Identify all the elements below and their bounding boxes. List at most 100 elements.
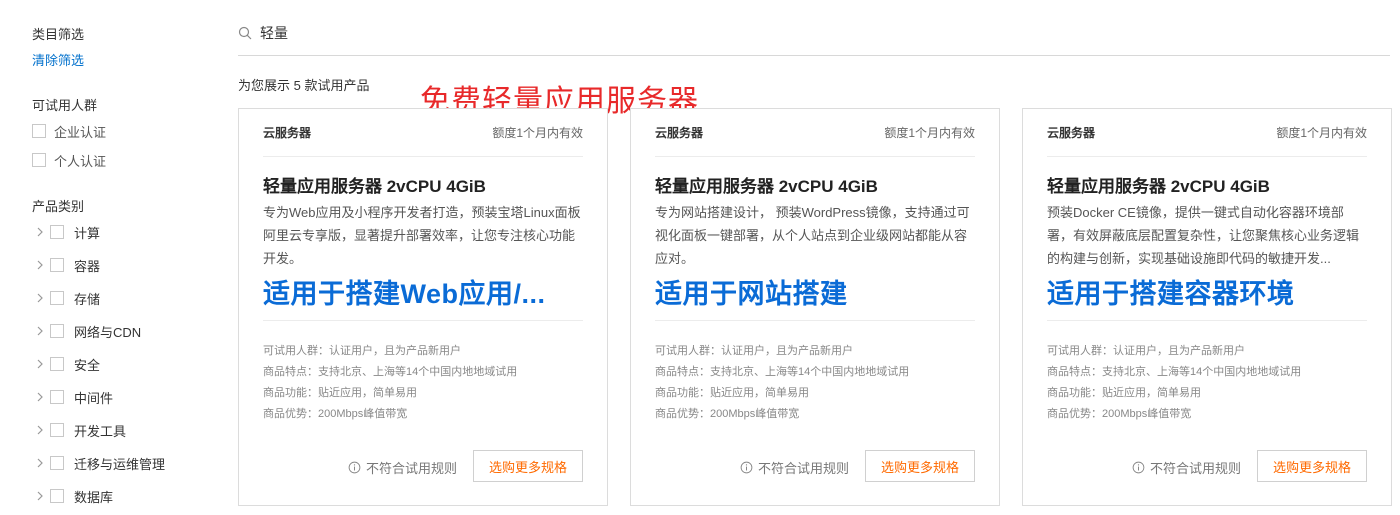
category-item-storage[interactable]: 存储: [32, 288, 100, 308]
category-label: 容器: [74, 258, 101, 274]
checkbox-box[interactable]: [50, 225, 64, 239]
chevron-right-icon[interactable]: [32, 389, 48, 405]
card-category: 云服务器: [1047, 126, 1096, 140]
attr-audience: 可试用人群：认证用户，且为产品新用户: [1047, 345, 1245, 357]
chevron-right-icon[interactable]: [32, 224, 48, 240]
info-icon: [1132, 461, 1145, 474]
attr-advantage: 商品优势：200Mbps峰值带宽: [1047, 408, 1192, 420]
category-item-security[interactable]: 安全: [32, 354, 100, 374]
card-category: 云服务器: [655, 126, 704, 140]
chevron-right-icon[interactable]: [32, 323, 48, 339]
card-header: 云服务器 额度1个月内有效: [263, 109, 583, 157]
buy-more-specs-button[interactable]: 选购更多规格: [473, 450, 583, 482]
category-filter-title: 类目筛选: [32, 27, 85, 42]
chevron-right-icon[interactable]: [32, 488, 48, 504]
category-label: 开发工具: [74, 423, 127, 439]
attr-audience: 可试用人群：认证用户，且为产品新用户: [655, 345, 853, 357]
category-label: 迁移与运维管理: [74, 456, 166, 472]
trial-rule-label: 不符合试用规则: [757, 461, 849, 476]
category-item-dev-tools[interactable]: 开发工具: [32, 420, 126, 440]
product-card[interactable]: 云服务器 额度1个月内有效 轻量应用服务器 2vCPU 4GiB 专为网站搭建设…: [630, 108, 1000, 506]
category-item-migration-ops[interactable]: 迁移与运维管理: [32, 453, 165, 473]
card-attributes: 可试用人群：认证用户，且为产品新用户 商品特点：支持北京、上海等14个中国内地地…: [655, 341, 909, 425]
chevron-right-icon[interactable]: [32, 290, 48, 306]
checkbox-box[interactable]: [50, 390, 64, 404]
attr-function: 商品功能：贴近应用，简单易用: [1047, 387, 1201, 399]
attr-function: 商品功能：贴近应用，简单易用: [655, 387, 809, 399]
chevron-right-icon[interactable]: [32, 356, 48, 372]
card-title[interactable]: 轻量应用服务器 2vCPU 4GiB: [655, 172, 878, 197]
audience-label: 个人认证: [54, 153, 107, 169]
filter-sidebar: 类目筛选 清除筛选 可试用人群 企业认证 个人认证 产品类别 计算 容器 存储 …: [0, 0, 210, 515]
search-bar[interactable]: [238, 18, 1390, 56]
card-divider: [1047, 320, 1367, 321]
audience-title: 可试用人群: [32, 98, 98, 113]
checkbox-box[interactable]: [32, 124, 46, 138]
trial-rule-link[interactable]: 不符合试用规则: [740, 458, 849, 477]
card-header: 云服务器 额度1个月内有效: [1047, 109, 1367, 157]
checkbox-box[interactable]: [50, 291, 64, 305]
checkbox-box[interactable]: [50, 489, 64, 503]
card-description: 预装Docker CE镜像，提供一键式自动化容器环境部署，有效屏蔽底层配置复杂性…: [1047, 205, 1360, 266]
info-icon: [348, 461, 361, 474]
clear-filter-link[interactable]: 清除筛选: [32, 50, 84, 69]
category-label: 数据库: [74, 489, 114, 505]
category-item-database[interactable]: 数据库: [32, 486, 113, 506]
category-label: 网络与CDN: [74, 324, 142, 340]
card-validity: 额度1个月内有效: [492, 126, 583, 140]
card-title[interactable]: 轻量应用服务器 2vCPU 4GiB: [1047, 172, 1270, 197]
card-description: 专为网站搭建设计， 预装WordPress镜像，支持通过可视化面板一键部署，从个…: [655, 205, 970, 266]
category-label: 存储: [74, 291, 101, 307]
checkbox-box[interactable]: [32, 153, 46, 167]
attr-feature: 商品特点：支持北京、上海等14个中国内地地域试用: [655, 366, 910, 378]
card-use-case-overlay: 适用于搭建容器环境: [1047, 279, 1295, 309]
attr-audience: 可试用人群：认证用户，且为产品新用户: [263, 345, 461, 357]
search-input[interactable]: [260, 24, 860, 41]
chevron-right-icon[interactable]: [32, 257, 48, 273]
category-item-compute[interactable]: 计算: [32, 222, 100, 242]
attr-feature: 商品特点：支持北京、上海等14个中国内地地域试用: [263, 366, 518, 378]
attr-function: 商品功能：贴近应用，简单易用: [263, 387, 417, 399]
card-divider: [655, 320, 975, 321]
checkbox-box[interactable]: [50, 258, 64, 272]
product-category-title: 产品类别: [32, 199, 85, 214]
attr-advantage: 商品优势：200Mbps峰值带宽: [263, 408, 408, 420]
buy-more-specs-button[interactable]: 选购更多规格: [1257, 450, 1367, 482]
checkbox-box[interactable]: [50, 357, 64, 371]
category-label: 中间件: [74, 390, 114, 406]
chevron-right-icon[interactable]: [32, 422, 48, 438]
result-count: 为您展示 5 款试用产品: [238, 78, 370, 93]
product-card[interactable]: 云服务器 额度1个月内有效 轻量应用服务器 2vCPU 4GiB 预装Docke…: [1022, 108, 1392, 506]
trial-rule-link[interactable]: 不符合试用规则: [348, 458, 457, 477]
info-icon: [740, 461, 753, 474]
category-label: 安全: [74, 357, 101, 373]
category-item-middleware[interactable]: 中间件: [32, 387, 113, 407]
card-header: 云服务器 额度1个月内有效: [655, 109, 975, 157]
trial-rule-link[interactable]: 不符合试用规则: [1132, 458, 1241, 477]
product-card[interactable]: 云服务器 额度1个月内有效 轻量应用服务器 2vCPU 4GiB 专为Web应用…: [238, 108, 608, 506]
trial-rule-label: 不符合试用规则: [365, 461, 457, 476]
card-attributes: 可试用人群：认证用户，且为产品新用户 商品特点：支持北京、上海等14个中国内地地…: [263, 341, 517, 425]
attr-feature: 商品特点：支持北京、上海等14个中国内地地域试用: [1047, 366, 1302, 378]
search-icon: [238, 26, 252, 39]
trial-rule-label: 不符合试用规则: [1149, 461, 1241, 476]
category-item-network-cdn[interactable]: 网络与CDN: [32, 321, 141, 341]
card-use-case-overlay: 适用于网站搭建: [655, 279, 848, 309]
card-validity: 额度1个月内有效: [1276, 126, 1367, 140]
checkbox-box[interactable]: [50, 324, 64, 338]
chevron-right-icon[interactable]: [32, 455, 48, 471]
audience-personal-checkbox[interactable]: 个人认证: [32, 150, 106, 170]
category-label: 计算: [74, 225, 101, 241]
checkbox-box[interactable]: [50, 456, 64, 470]
attr-advantage: 商品优势：200Mbps峰值带宽: [655, 408, 800, 420]
audience-label: 企业认证: [54, 124, 107, 140]
checkbox-box[interactable]: [50, 423, 64, 437]
card-attributes: 可试用人群：认证用户，且为产品新用户 商品特点：支持北京、上海等14个中国内地地…: [1047, 341, 1301, 425]
card-category: 云服务器: [263, 126, 312, 140]
card-divider: [263, 320, 583, 321]
buy-more-specs-button[interactable]: 选购更多规格: [865, 450, 975, 482]
category-item-container[interactable]: 容器: [32, 255, 100, 275]
audience-enterprise-checkbox[interactable]: 企业认证: [32, 121, 106, 141]
card-use-case-overlay: 适用于搭建Web应用/...: [263, 279, 546, 309]
card-title[interactable]: 轻量应用服务器 2vCPU 4GiB: [263, 172, 486, 197]
